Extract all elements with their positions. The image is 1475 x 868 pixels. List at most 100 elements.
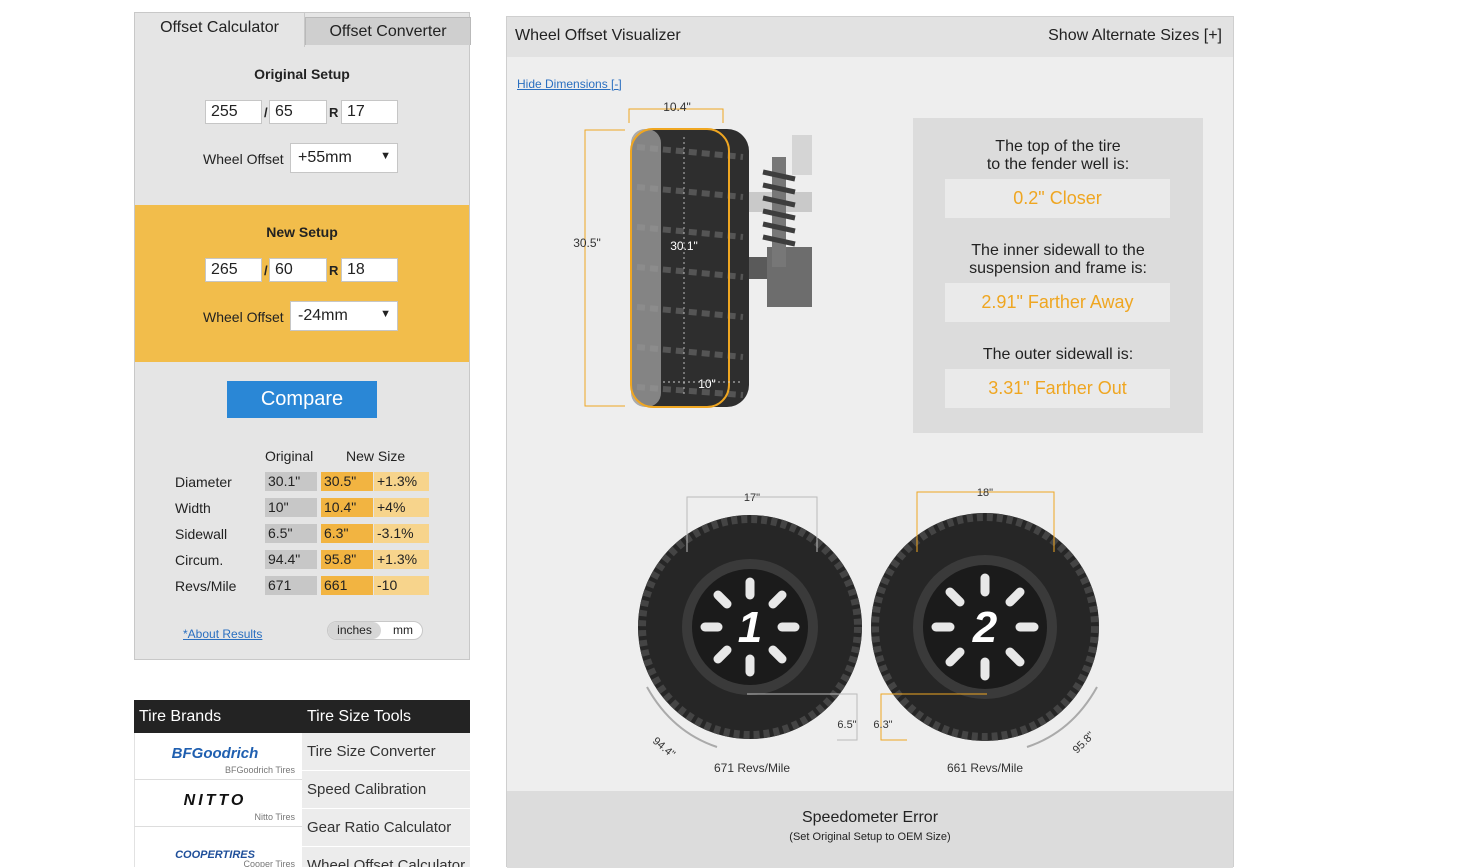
original-r-label: R — [329, 105, 339, 120]
wheel-1-number: 1 — [738, 603, 762, 652]
outer-question: The outer sidewall is: — [982, 346, 1134, 363]
about-results-link[interactable]: *About Results — [183, 627, 262, 641]
tire-brands-title: Tire Brands — [134, 700, 302, 733]
original-value: 6.5" — [265, 524, 317, 543]
wheel-2-number: 2 — [972, 603, 998, 652]
difference-value: +4% — [374, 498, 429, 517]
speedometer-error-section: Speedometer Error (Set Original Setup to… — [507, 791, 1233, 868]
original-value: 30.1" — [265, 472, 317, 491]
wheel-1-rim-dim: 17" — [744, 492, 760, 504]
fender-question-line1: The top of the tire — [995, 138, 1121, 155]
new-value: 6.3" — [321, 524, 373, 543]
offset-calculator-panel: Offset Calculator Offset Converter Origi… — [134, 12, 471, 660]
original-slash: / — [264, 105, 268, 120]
orig-width-dim: 10" — [698, 377, 716, 391]
new-value: 661 — [321, 576, 373, 595]
bfgoodrich-logo: BFGoodrich — [171, 745, 259, 762]
inner-question-line2: suspension and frame is: — [969, 260, 1147, 277]
new-offset-value: -24mm — [298, 307, 348, 324]
new-r-label: R — [329, 263, 339, 278]
new-width-input[interactable]: 265 — [205, 258, 262, 282]
new-offset-select[interactable]: -24mm ▼ — [290, 301, 398, 331]
brand-bfgoodrich[interactable]: BFGoodrich BFGoodrich Tires — [134, 733, 302, 780]
inner-question-line1: The inner sidewall to the — [971, 242, 1145, 259]
unit-toggle[interactable]: inches mm — [327, 621, 423, 640]
row-label: Diameter — [175, 474, 232, 490]
col-header-new-size: New Size — [346, 448, 406, 464]
visualizer-header: Wheel Offset Visualizer Show Alternate S… — [507, 17, 1233, 57]
new-width-dim: 10.4" — [663, 100, 691, 114]
new-offset-label: Wheel Offset — [203, 309, 284, 325]
brand-caption: Cooper Tires — [243, 859, 295, 867]
wheel-2-circ-dim: 95.8" — [1071, 730, 1097, 756]
original-rim-input[interactable]: 17 — [341, 100, 398, 124]
wheel-1-circ-dim: 94.4" — [650, 735, 677, 761]
original-value: 94.4" — [265, 550, 317, 569]
tool-wheel-offset-calculator[interactable]: Wheel Offset Calculator — [302, 847, 470, 867]
inner-answer: 2.91" Farther Away — [945, 283, 1170, 322]
tire-side-view-diagram: 10.4" 30.5" 30.1" 10" — [573, 100, 812, 408]
wheel-offset-visualizer: Wheel Offset Visualizer Show Alternate S… — [506, 16, 1234, 868]
tool-gear-ratio-calculator[interactable]: Gear Ratio Calculator — [302, 809, 470, 847]
fender-question-line2: to the fender well is: — [986, 156, 1130, 173]
new-value: 95.8" — [321, 550, 373, 569]
speedometer-error-subtitle: (Set Original Setup to OEM Size) — [789, 831, 951, 843]
difference-value: +1.3% — [374, 472, 429, 491]
difference-value: +1.3% — [374, 550, 429, 569]
dropdown-arrow-icon: ▼ — [380, 308, 391, 320]
new-slash: / — [264, 263, 268, 278]
unit-inches-option[interactable]: inches — [328, 622, 381, 639]
new-aspect-input[interactable]: 60 — [269, 258, 327, 282]
wheel-1-sidewall-dim: 6.5" — [837, 719, 856, 731]
brand-caption: BFGoodrich Tires — [224, 765, 295, 775]
original-aspect-input[interactable]: 65 — [269, 100, 327, 124]
row-label: Revs/Mile — [175, 578, 237, 594]
nitto-logo: NITTO — [183, 792, 247, 809]
original-setup-title: Original Setup — [254, 66, 350, 82]
original-offset-select[interactable]: +55mm ▼ — [290, 143, 398, 173]
tire-size-tools-menu: Tire Size Tools Tire Size Converter Spee… — [302, 700, 470, 867]
hide-dimensions-link[interactable]: Hide Dimensions [-] — [517, 77, 622, 91]
new-setup-section: New Setup 265 / 60 R 18 Wheel Offset -24… — [135, 205, 469, 362]
tool-speed-calibration[interactable]: Speed Calibration — [302, 771, 470, 809]
tool-tire-size-converter[interactable]: Tire Size Converter — [302, 733, 470, 771]
show-alternate-sizes-link[interactable]: Show Alternate Sizes [+] — [1048, 27, 1222, 45]
row-label: Circum. — [175, 552, 224, 568]
wheel-2-revs: 661 Revs/Mile — [947, 761, 1023, 772]
row-label: Width — [175, 500, 211, 516]
original-offset-label: Wheel Offset — [203, 151, 284, 167]
outer-answer: 3.31" Farther Out — [945, 369, 1170, 408]
offset-results-box: The top of the tire to the fender well i… — [913, 118, 1203, 433]
original-offset-value: +55mm — [298, 149, 352, 166]
difference-value: -3.1% — [374, 524, 429, 543]
tire-brands-menu: Tire Brands BFGoodrich BFGoodrich Tires … — [134, 700, 302, 867]
new-rim-input[interactable]: 18 — [341, 258, 398, 282]
col-header-original: Original — [265, 448, 314, 464]
dropdown-arrow-icon: ▼ — [380, 150, 391, 162]
original-value: 671 — [265, 576, 317, 595]
wheels-front-view-diagram: 1 17" 6.5" 94.4" 671 Revs/Mile 2 18" 6.3… — [638, 487, 1099, 772]
wheel-2-rim-dim: 18" — [977, 487, 993, 499]
brand-cooper[interactable]: COOPERTIRES Cooper Tires — [134, 827, 302, 867]
brand-nitto[interactable]: NITTO Nitto Tires — [134, 780, 302, 827]
compare-button[interactable]: Compare — [227, 381, 377, 418]
new-setup-title: New Setup — [266, 224, 338, 240]
wheel-1-revs: 671 Revs/Mile — [714, 761, 790, 772]
visualizer-title: Wheel Offset Visualizer — [515, 27, 681, 44]
original-value: 10" — [265, 498, 317, 517]
wheel-2-sidewall-dim: 6.3" — [873, 719, 892, 731]
tire-size-tools-title: Tire Size Tools — [302, 700, 470, 733]
wheel-1-image: 1 — [638, 515, 862, 739]
new-value: 10.4" — [321, 498, 373, 517]
tab-offset-calculator[interactable]: Offset Calculator — [135, 13, 305, 47]
wheel-2-image: 2 — [871, 513, 1099, 741]
tab-offset-converter[interactable]: Offset Converter — [305, 17, 471, 45]
original-width-input[interactable]: 255 — [205, 100, 262, 124]
orig-diameter-dim: 30.1" — [670, 239, 698, 253]
difference-value: -10 — [374, 576, 429, 595]
fender-answer: 0.2" Closer — [945, 179, 1170, 218]
brand-caption: Nitto Tires — [254, 812, 295, 822]
new-diameter-dim: 30.5" — [573, 236, 601, 250]
speedometer-error-title: Speedometer Error — [801, 809, 939, 826]
unit-mm-option[interactable]: mm — [388, 622, 418, 639]
